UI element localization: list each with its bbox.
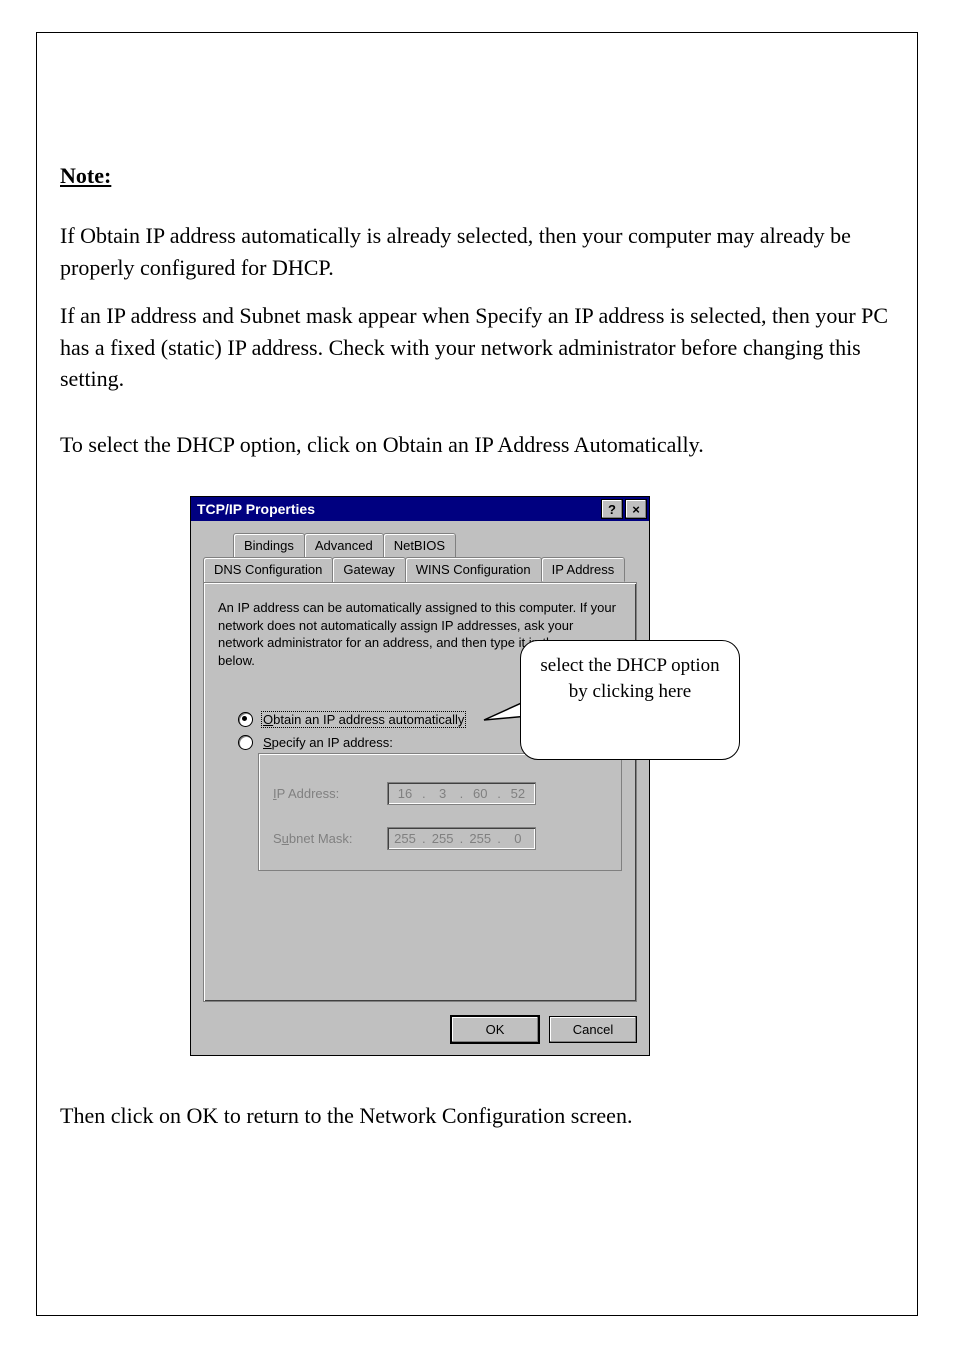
note-para-1: If Obtain IP address automatically is al… (60, 220, 894, 284)
tab-dns-configuration[interactable]: DNS Configuration (203, 557, 333, 582)
tab-wins-configuration[interactable]: WINS Configuration (405, 557, 542, 582)
tab-advanced[interactable]: Advanced (304, 533, 384, 557)
callout-text: select the DHCP option by clicking here (540, 655, 719, 702)
note-label: Note: (60, 163, 111, 188)
tab-netbios[interactable]: NetBIOS (383, 533, 456, 557)
radio-specify-label: Specify an IP address: (261, 734, 395, 751)
help-icon: ? (608, 502, 616, 517)
callout: select the DHCP option by clicking here (520, 640, 756, 800)
close-button[interactable]: × (625, 499, 647, 519)
subnet-mask-label: Subnet Mask: (273, 831, 373, 846)
dialog-title: TCP/IP Properties (197, 501, 315, 517)
radio-auto-indicator (238, 712, 253, 727)
ip-address-input[interactable]: 16. 3. 60. 52 (387, 782, 536, 805)
intro-para: To select the DHCP option, click on Obta… (60, 429, 894, 461)
tab-ip-address[interactable]: IP Address (541, 557, 626, 582)
callout-bubble: select the DHCP option by clicking here (520, 640, 740, 760)
tab-gateway[interactable]: Gateway (332, 557, 405, 582)
final-para: Then click on OK to return to the Networ… (60, 1100, 894, 1132)
cancel-button[interactable]: Cancel (549, 1016, 637, 1043)
radio-auto-label: Obtain an IP address automatically (261, 711, 466, 728)
title-bar: TCP/IP Properties ? × (191, 497, 649, 521)
subnet-mask-input[interactable]: 255. 255. 255. 0 (387, 827, 536, 850)
ok-button[interactable]: OK (451, 1016, 539, 1043)
note-line: Note: (60, 160, 894, 192)
radio-specify-indicator (238, 735, 253, 750)
help-button[interactable]: ? (601, 499, 623, 519)
close-icon: × (632, 502, 640, 517)
note-para-2: If an IP address and Subnet mask appear … (60, 300, 894, 396)
ip-address-label: IP Address: (273, 786, 373, 801)
tab-bindings[interactable]: Bindings (233, 533, 305, 557)
